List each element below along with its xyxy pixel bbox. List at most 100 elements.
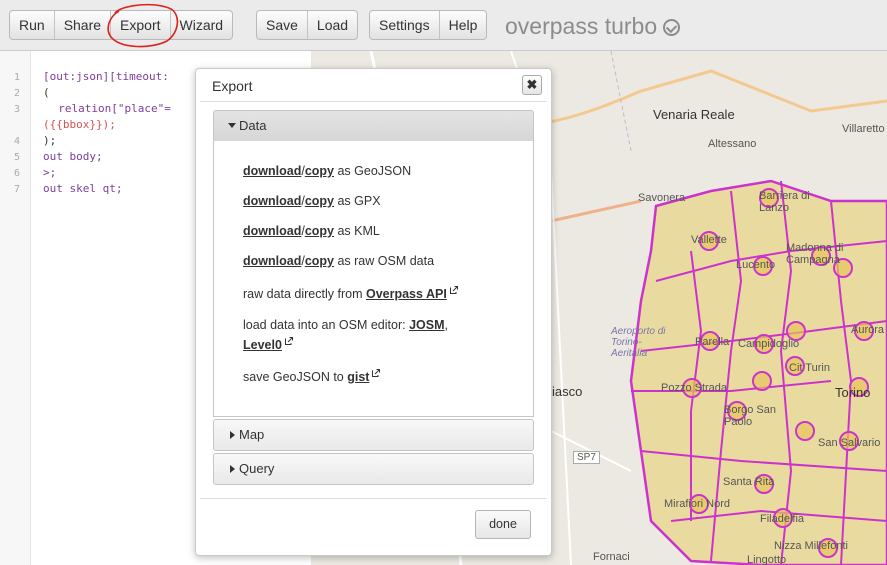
- done-button[interactable]: done: [475, 510, 531, 539]
- accordion-data-header[interactable]: Data: [213, 110, 534, 142]
- triangle-right-icon: [230, 431, 235, 439]
- format-label: as GPX: [334, 194, 381, 208]
- osm-editor-text: load data into an OSM editor:: [243, 318, 410, 332]
- run-button[interactable]: Run: [10, 11, 55, 39]
- download-osm-link[interactable]: download: [243, 254, 301, 268]
- map-label: Cit Turin: [789, 362, 830, 374]
- load-button[interactable]: Load: [308, 11, 357, 39]
- triangle-down-icon: [228, 123, 236, 128]
- map-label: Lucento: [736, 259, 776, 271]
- dialog-divider: [200, 101, 547, 102]
- copy-geojson-link[interactable]: copy: [305, 164, 334, 178]
- copy-gpx-link[interactable]: copy: [305, 194, 334, 208]
- code-line: [out:json][timeout:: [43, 70, 169, 83]
- accordion-query-header[interactable]: Query: [213, 453, 534, 485]
- code-line: relation["place"=: [45, 102, 171, 115]
- map-label: Villaretto: [842, 123, 885, 135]
- line-number: 6: [13, 168, 20, 179]
- map-label: Fornaci: [593, 551, 630, 563]
- code-line: );: [43, 134, 57, 147]
- download-geojson-link[interactable]: download: [243, 164, 301, 178]
- line-number: 2: [13, 88, 20, 99]
- map-label: Aurora: [851, 324, 885, 336]
- map-label: Torino: [835, 385, 871, 400]
- line-number: 4: [13, 136, 20, 147]
- accordion-map-label: Map: [239, 427, 265, 442]
- road-shield: SP7: [573, 451, 600, 464]
- level0-link[interactable]: Level0: [243, 338, 282, 352]
- map-label: Barriera di Lanzo: [759, 190, 810, 214]
- copy-kml-link[interactable]: copy: [305, 224, 334, 238]
- accordion-query-label: Query: [239, 461, 275, 476]
- export-kml-row: download/copy as KML: [243, 224, 380, 238]
- accordion-data-label: Data: [239, 118, 267, 133]
- help-button[interactable]: Help: [440, 11, 487, 39]
- external-link-icon: [372, 369, 381, 377]
- download-gpx-link[interactable]: download: [243, 194, 301, 208]
- map-label: Altessano: [708, 138, 757, 150]
- line-number: 3: [13, 104, 20, 115]
- external-link-icon: [284, 337, 293, 345]
- comma: ,: [444, 318, 448, 332]
- map-label: Venaria Reale: [653, 107, 735, 122]
- map-label: Nizza Millefonti: [774, 540, 848, 552]
- dialog-divider: [200, 498, 547, 499]
- map-label: Parella: [695, 336, 730, 348]
- map-label: Savonera: [638, 192, 686, 204]
- turbo-logo-icon: [663, 19, 681, 36]
- gist-text: save GeoJSON to: [243, 370, 348, 384]
- overpass-api-link[interactable]: Overpass API: [366, 287, 447, 301]
- toolbar-group-file: Save Load: [256, 10, 359, 40]
- raw-data-row: raw data directly from Overpass API: [243, 286, 458, 301]
- toolbar-group-main: Run Share Export Wizard: [9, 10, 234, 40]
- save-button[interactable]: Save: [257, 11, 308, 39]
- map-label: Mirafiori Nord: [664, 498, 731, 510]
- format-label: as raw OSM data: [334, 254, 435, 268]
- map-label: Madonna di Campagna: [786, 242, 844, 266]
- export-geojson-row: download/copy as GeoJSON: [243, 164, 411, 178]
- external-link-icon: [449, 286, 458, 294]
- raw-data-text: raw data directly from: [243, 287, 366, 301]
- wizard-button[interactable]: Wizard: [171, 11, 233, 39]
- map-label: Santa Rita: [723, 476, 775, 488]
- settings-button[interactable]: Settings: [370, 11, 440, 39]
- map-label: Lingotto: [747, 554, 787, 565]
- line-number: 7: [13, 184, 20, 195]
- close-icon[interactable]: ✖: [522, 75, 542, 95]
- accordion-map-header[interactable]: Map: [213, 419, 534, 451]
- code-line: (: [43, 86, 50, 99]
- toolbar: Run Share Export Wizard Save Load Settin…: [0, 0, 887, 51]
- gist-row: save GeoJSON to gist: [243, 369, 381, 384]
- map-label: Aeroporto di Torino-Aeritalia: [611, 326, 666, 359]
- copy-osm-link[interactable]: copy: [305, 254, 334, 268]
- accordion-data-panel: download/copy as GeoJSON download/copy a…: [213, 141, 534, 417]
- map-label: Filadelfia: [760, 513, 805, 525]
- dialog-title: Export: [212, 78, 253, 94]
- josm-link[interactable]: JOSM: [409, 318, 444, 332]
- level0-row: Level0: [243, 337, 293, 352]
- format-label: as GeoJSON: [334, 164, 412, 178]
- export-dialog: Export ✖ Data download/copy as GeoJSON d…: [195, 68, 552, 556]
- format-label: as KML: [334, 224, 380, 238]
- osm-editor-row: load data into an OSM editor: JOSM,: [243, 318, 448, 332]
- code-line: out skel qt;: [43, 182, 123, 195]
- export-osm-row: download/copy as raw OSM data: [243, 254, 434, 268]
- code-line: ({{bbox}});: [43, 118, 116, 131]
- line-number: 5: [13, 152, 20, 163]
- map-label: Vallette: [691, 234, 727, 246]
- export-button[interactable]: Export: [111, 11, 171, 39]
- brand-text: overpass turbo: [505, 13, 658, 39]
- brand-title: overpass turbo: [505, 13, 681, 40]
- code-line: >;: [43, 166, 57, 179]
- export-gpx-row: download/copy as GPX: [243, 194, 381, 208]
- gist-link[interactable]: gist: [347, 370, 369, 384]
- toolbar-group-help: Settings Help: [369, 10, 488, 40]
- triangle-right-icon: [230, 465, 235, 473]
- download-kml-link[interactable]: download: [243, 224, 301, 238]
- share-button[interactable]: Share: [55, 11, 112, 39]
- code-line: out body;: [43, 150, 103, 163]
- map-label: Campidoglio: [738, 338, 800, 350]
- map-label: Pozzo Strada: [661, 382, 728, 394]
- line-number: 1: [13, 72, 20, 83]
- map-label: iasco: [552, 384, 583, 399]
